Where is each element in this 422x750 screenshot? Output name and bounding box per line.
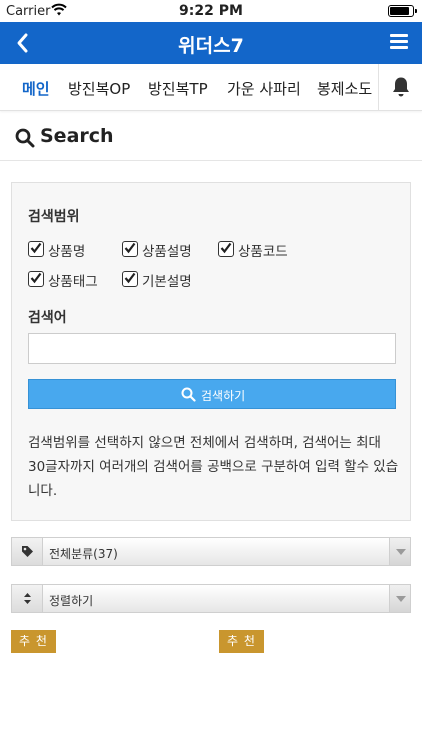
- search-panel: 검색범위 상품명 상품설명 상품코드 상품태그 기본설명 검색어 검색하기 검색…: [11, 182, 411, 521]
- category-select-value: 전체분류(37): [49, 547, 118, 561]
- category-select[interactable]: 전체분류(37): [11, 537, 411, 566]
- search-button-label: 검색하기: [201, 389, 246, 403]
- tab-main[interactable]: 메인: [22, 78, 50, 99]
- sort-select-value: 정렬하기: [49, 594, 94, 608]
- search-button[interactable]: 검색하기: [28, 379, 396, 409]
- page-title: 위더스7: [178, 35, 244, 57]
- recommend-badge: 추 천: [219, 630, 264, 653]
- search-icon: [15, 128, 35, 148]
- tab-op[interactable]: 방진복OP: [68, 78, 130, 99]
- search-heading-text: Search: [40, 125, 114, 147]
- recommend-badge: 추 천: [11, 630, 56, 653]
- notification-button[interactable]: [378, 64, 422, 110]
- scope-label: 검색범위: [28, 209, 80, 225]
- checkbox-checked-icon: [122, 241, 138, 257]
- sort-icon: [12, 585, 43, 612]
- checkbox-checked-icon: [28, 241, 44, 257]
- wifi-icon: [51, 3, 67, 20]
- search-icon: [181, 387, 196, 402]
- sort-select[interactable]: 정렬하기: [11, 584, 411, 613]
- chevron-down-icon: [389, 538, 410, 565]
- tab-gown-safari[interactable]: 가운 사파리: [227, 78, 301, 99]
- tab-sewing[interactable]: 봉제소도: [317, 78, 372, 99]
- keyword-input[interactable]: [28, 333, 396, 364]
- keyword-label: 검색어: [28, 310, 67, 326]
- carrier-label: Carrier: [6, 4, 51, 19]
- tab-tp[interactable]: 방진복TP: [148, 78, 208, 99]
- chevron-down-icon: [389, 585, 410, 612]
- app-header: 위더스7: [0, 22, 422, 64]
- checkbox-checked-icon: [218, 241, 234, 257]
- back-icon[interactable]: [12, 30, 36, 56]
- tag-icon: [12, 538, 43, 565]
- category-tabs: 메인 방진복OP 방진복TP 가운 사파리 봉제소도: [0, 64, 422, 111]
- hamburger-menu-icon[interactable]: [390, 34, 408, 50]
- bell-icon: [393, 77, 409, 97]
- status-bar: Carrier 9:22 PM: [0, 0, 422, 22]
- search-heading: Search: [0, 112, 422, 161]
- checkbox-checked-icon: [28, 271, 44, 287]
- search-help-text: 검색범위를 선택하지 않으면 전체에서 검색하며, 검색어는 최대 30글자까지…: [28, 435, 399, 499]
- checkbox-checked-icon: [122, 271, 138, 287]
- battery-icon: [388, 5, 417, 17]
